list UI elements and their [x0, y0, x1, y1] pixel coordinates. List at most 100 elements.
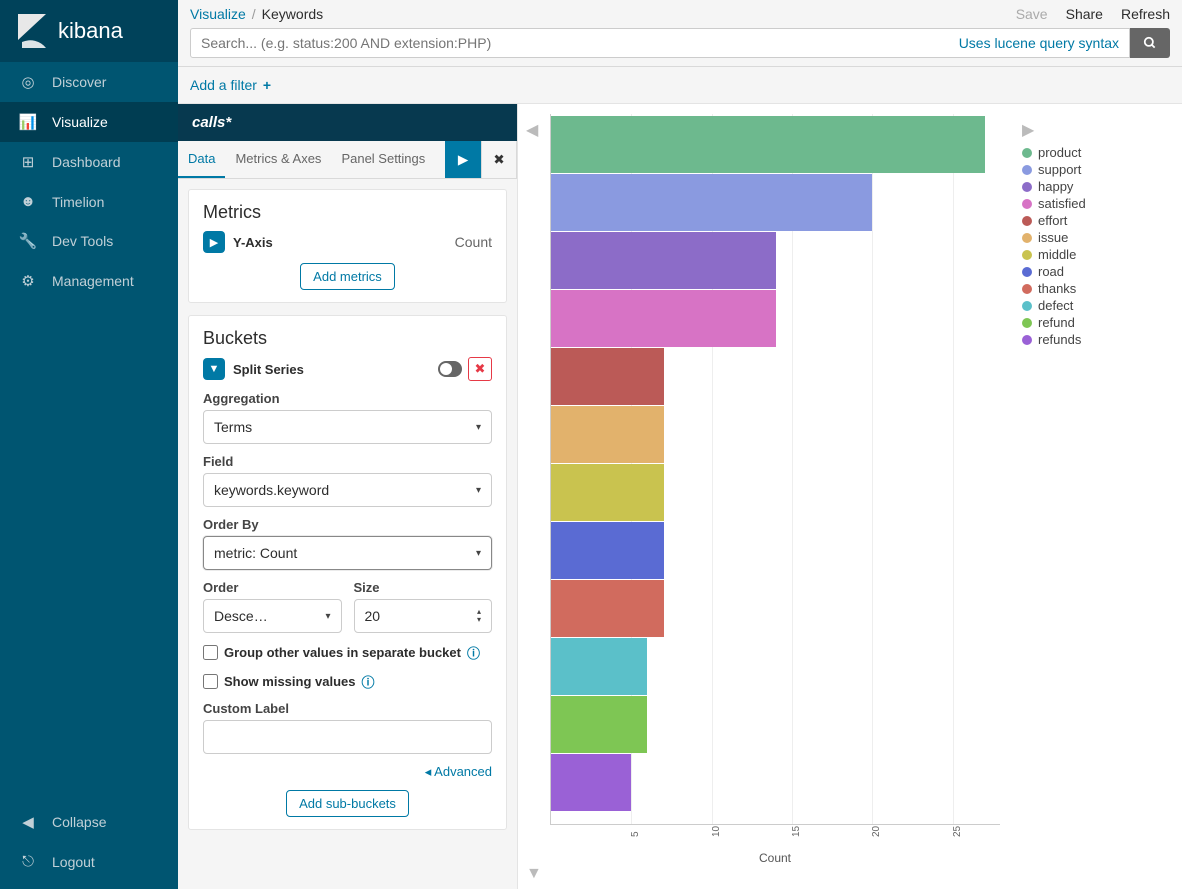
aggregation-select[interactable]: Terms▾: [203, 410, 492, 444]
legend-item-refund[interactable]: refund: [1022, 314, 1170, 331]
bucket-remove-button[interactable]: ✖: [468, 357, 492, 381]
legend-item-happy[interactable]: happy: [1022, 178, 1170, 195]
legend-swatch: [1022, 267, 1032, 277]
legend-collapse-arrow[interactable]: ▶: [1022, 120, 1170, 140]
visualization-panel: ◀ 510152025 Count ▶ productsupporthappys…: [518, 104, 1182, 889]
custom-label-input[interactable]: [203, 720, 492, 754]
bar-issue[interactable]: [551, 406, 664, 463]
legend-swatch: [1022, 233, 1032, 243]
nav: ◎Discover 📊 Visualize ⊞ Dashboard ☻Timelion🔧D…: [0, 62, 178, 802]
search-button[interactable]: [1130, 28, 1170, 58]
x-tick: 15: [791, 826, 802, 837]
caret-down-icon: ▾: [476, 422, 481, 433]
collapse-icon: ◀: [18, 813, 38, 831]
bar-support[interactable]: [551, 174, 872, 231]
add-metrics-button[interactable]: Add metrics: [300, 263, 395, 290]
kibana-logo-icon: [16, 14, 48, 48]
show-missing-checkbox[interactable]: Show missing values ⓘ: [203, 672, 492, 691]
sidebar-item-label: Dev Tools: [52, 233, 113, 249]
size-label: Size: [354, 580, 493, 595]
compass-icon: ◎: [18, 73, 38, 91]
legend-item-defect[interactable]: defect: [1022, 297, 1170, 314]
sidebar-item-label: Dashboard: [52, 154, 121, 170]
legend-swatch: [1022, 301, 1032, 311]
legend-label: refund: [1038, 315, 1075, 330]
bar-satisfied[interactable]: [551, 290, 776, 347]
bar-thanks[interactable]: [551, 580, 664, 637]
legend-label: product: [1038, 145, 1081, 160]
discard-button[interactable]: ✖: [481, 141, 517, 178]
legend-item-satisfied[interactable]: satisfied: [1022, 195, 1170, 212]
orderby-label: Order By: [203, 517, 492, 532]
legend-label: support: [1038, 162, 1081, 177]
bar-effort[interactable]: [551, 348, 664, 405]
legend-item-road[interactable]: road: [1022, 263, 1170, 280]
x-tick: 5: [630, 831, 641, 837]
bar-product[interactable]: [551, 116, 985, 173]
legend-swatch: [1022, 216, 1032, 226]
bucket-enable-toggle[interactable]: [438, 361, 462, 377]
tab-metrics-axes[interactable]: Metrics & Axes: [225, 141, 331, 178]
legend-item-effort[interactable]: effort: [1022, 212, 1170, 229]
viz-down-arrow[interactable]: ▼: [526, 865, 542, 883]
legend-label: effort: [1038, 213, 1067, 228]
viz-prev-arrow[interactable]: ◀: [526, 114, 544, 865]
sidebar-item-timelion[interactable]: ☻Timelion: [0, 182, 178, 221]
x-tick: 25: [952, 826, 963, 837]
bar-happy[interactable]: [551, 232, 776, 289]
legend-swatch: [1022, 182, 1032, 192]
order-select[interactable]: Descending▾: [203, 599, 342, 633]
legend-item-middle[interactable]: middle: [1022, 246, 1170, 263]
caret-down-icon: ▾: [325, 611, 330, 622]
refresh-action[interactable]: Refresh: [1121, 6, 1170, 22]
legend-swatch: [1022, 148, 1032, 158]
add-filter-link[interactable]: Add a filter +: [190, 77, 271, 93]
sidebar-item-label: Timelion: [52, 194, 104, 210]
bar-road[interactable]: [551, 522, 664, 579]
bucket-toggle[interactable]: ▼: [203, 358, 225, 380]
bar-defect[interactable]: [551, 638, 647, 695]
x-tick: 20: [871, 826, 882, 837]
sidebar-item-dashboard[interactable]: ⊞ Dashboard: [0, 142, 178, 182]
logout-icon: ⎋: [18, 853, 38, 870]
stepper-icon: ▴▾: [477, 608, 481, 624]
sidebar-item-logout[interactable]: ⎋Logout: [0, 842, 178, 881]
group-other-checkbox[interactable]: Group other values in separate bucket ⓘ: [203, 643, 492, 662]
legend-item-support[interactable]: support: [1022, 161, 1170, 178]
sidebar-item-label: Management: [52, 273, 134, 289]
add-subbuckets-button[interactable]: Add sub-buckets: [286, 790, 409, 817]
bar-refunds[interactable]: [551, 754, 631, 811]
syntax-link[interactable]: Uses lucene query syntax: [949, 35, 1129, 51]
metric-toggle[interactable]: ▶: [203, 231, 225, 253]
sidebar-item-management[interactable]: ⚙ Management: [0, 261, 178, 301]
legend-swatch: [1022, 250, 1032, 260]
sidebar-item-label: Visualize: [52, 114, 108, 130]
breadcrumb-parent[interactable]: Visualize: [190, 6, 246, 22]
legend-item-refunds[interactable]: refunds: [1022, 331, 1170, 348]
sidebar-item-dev-tools[interactable]: 🔧Dev Tools: [0, 221, 178, 261]
chart-icon: 📊: [18, 113, 38, 131]
legend-item-thanks[interactable]: thanks: [1022, 280, 1170, 297]
dashboard-icon: ⊞: [18, 153, 38, 171]
legend-item-issue[interactable]: issue: [1022, 229, 1170, 246]
share-action[interactable]: Share: [1066, 6, 1103, 22]
field-select[interactable]: keywords.keyword▾: [203, 473, 492, 507]
save-action[interactable]: Save: [1016, 6, 1048, 22]
sidebar-item-discover[interactable]: ◎Discover: [0, 62, 178, 102]
sidebar-item-visualize[interactable]: 📊 Visualize: [0, 102, 178, 142]
size-input[interactable]: 20▴▾: [354, 599, 493, 633]
apply-button[interactable]: ▶: [445, 141, 481, 178]
advanced-toggle[interactable]: ◂ Advanced: [203, 764, 492, 780]
sidebar-item-collapse[interactable]: ◀Collapse: [0, 802, 178, 842]
orderby-select[interactable]: metric: Count▾: [203, 536, 492, 570]
bar-middle[interactable]: [551, 464, 664, 521]
tab-data[interactable]: Data: [178, 141, 225, 178]
legend-label: defect: [1038, 298, 1073, 313]
x-axis-label: Count: [550, 851, 1000, 865]
search-input[interactable]: [191, 29, 949, 57]
tab-panel-settings[interactable]: Panel Settings: [331, 141, 435, 178]
topbar: Visualize / Keywords Save Share Refresh …: [178, 0, 1182, 67]
bar-refund[interactable]: [551, 696, 647, 753]
gear-icon: ⚙: [18, 272, 38, 290]
legend-item-product[interactable]: product: [1022, 144, 1170, 161]
